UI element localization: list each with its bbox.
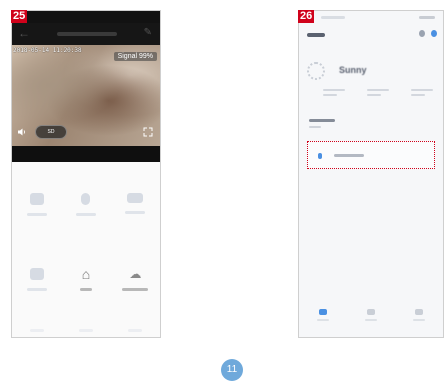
video-timestamp: 2018-05-14 11:20:38 — [13, 47, 82, 54]
bottom-bar-item[interactable] — [128, 328, 143, 332]
microphone-icon[interactable] — [419, 30, 425, 37]
fullscreen-icon[interactable] — [143, 127, 153, 137]
microphone-icon — [81, 193, 91, 205]
video-control-strip — [12, 146, 160, 162]
function-playback[interactable] — [12, 268, 61, 291]
weather-details — [323, 89, 433, 96]
status-bar — [321, 16, 345, 19]
video-record-icon — [127, 193, 144, 203]
weather-detail — [323, 89, 345, 96]
function-label — [122, 288, 149, 291]
weather-detail — [367, 89, 389, 96]
cloud-icon: ☁ — [129, 267, 142, 281]
step-badge-25: 25 — [11, 10, 28, 23]
device-title — [57, 32, 117, 36]
page-number: 11 — [221, 359, 243, 381]
bottom-bar-item[interactable] — [78, 328, 93, 332]
weather-detail — [411, 89, 433, 96]
function-record[interactable] — [111, 193, 160, 216]
function-cloud-storage[interactable]: ☁ — [111, 268, 160, 291]
function-row-bottom: ⌂ ☁ — [12, 266, 160, 291]
playback-icon — [29, 268, 44, 280]
top-nav-bar: ← ✎ — [12, 23, 160, 45]
weather-condition: Sunny — [339, 65, 367, 75]
home-screen: Sunny — [298, 10, 444, 338]
bottom-tab-bar — [299, 301, 443, 337]
function-label — [75, 213, 96, 216]
add-device-icon[interactable] — [431, 30, 437, 37]
camera-device-card[interactable] — [307, 141, 435, 169]
tab-home[interactable] — [317, 309, 329, 337]
weather-sun-icon — [307, 62, 325, 80]
function-screenshot[interactable] — [12, 193, 61, 216]
edit-pencil-icon[interactable]: ✎ — [144, 27, 152, 38]
function-label — [79, 288, 92, 291]
scene-icon — [367, 309, 375, 315]
function-talk[interactable] — [61, 193, 110, 216]
profile-icon — [415, 309, 423, 315]
tab-profile[interactable] — [413, 309, 425, 337]
function-label — [26, 213, 47, 216]
step-badge-26: 26 — [298, 10, 315, 23]
section-heading[interactable] — [309, 119, 335, 122]
bottom-bar — [12, 323, 160, 337]
tab-scenes[interactable] — [365, 309, 377, 337]
function-ptz[interactable]: ⌂ — [61, 266, 110, 291]
status-indicators — [419, 16, 435, 19]
device-status-icon — [318, 153, 322, 159]
status-bar — [12, 11, 160, 23]
live-video-feed[interactable]: 2018-05-14 11:20:38 Signal 99% SD — [12, 45, 160, 146]
device-name — [334, 154, 364, 157]
section-underline — [309, 126, 321, 128]
signal-strength-badge: Signal 99% — [113, 52, 157, 61]
home-icon — [319, 309, 327, 315]
back-arrow-icon[interactable]: ← — [18, 26, 30, 40]
function-label — [125, 211, 146, 214]
bottom-bar-item[interactable] — [29, 328, 44, 332]
top-action-icons — [419, 30, 437, 37]
camera-live-view-screen: ← ✎ 2018-05-14 11:20:38 Signal 99% SD ⌂ … — [11, 10, 161, 338]
camera-icon — [29, 193, 44, 205]
ptz-arrow-icon: ⌂ — [81, 266, 91, 282]
home-selector[interactable] — [307, 33, 325, 37]
function-label — [26, 288, 47, 291]
speaker-icon[interactable] — [17, 127, 27, 137]
function-row-top — [12, 193, 160, 216]
sd-quality-toggle[interactable]: SD — [35, 125, 67, 139]
